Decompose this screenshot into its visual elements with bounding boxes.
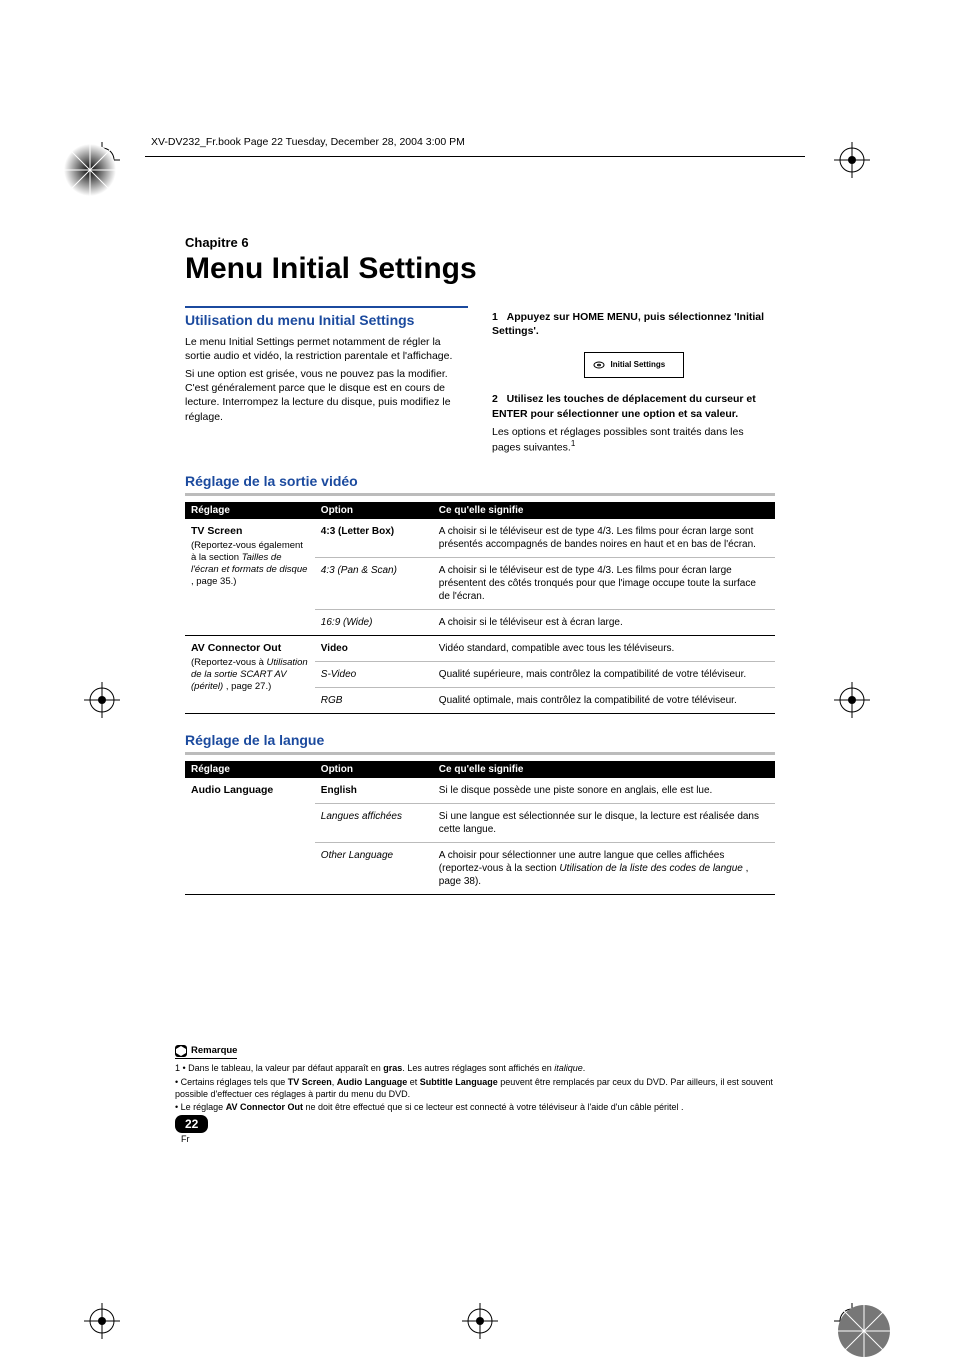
page-title: Menu Initial Settings	[185, 252, 775, 286]
right-column: 1 Appuyez sur HOME MENU, puis sélectionn…	[492, 306, 775, 455]
col-header-signifie: Ce qu'elle signifie	[433, 502, 775, 519]
section-heading-video: Réglage de la sortie vidéo	[185, 473, 775, 491]
footnote-header: Remarque	[175, 1045, 237, 1059]
group-audio-language: Audio Language	[191, 784, 309, 798]
option-rgb: RGB	[321, 695, 343, 706]
print-mark-mid-right	[832, 680, 872, 720]
option-43-letterbox: 4:3 (Letter Box)	[321, 526, 394, 537]
step-2-note-text: Les options et réglages possibles sont t…	[492, 426, 744, 454]
footnote-line-3: • Le réglage AV Connector Out ne doit êt…	[175, 1102, 775, 1114]
print-mark-bottom-center	[460, 1301, 500, 1341]
table-header-row: Réglage Option Ce qu'elle signifie	[185, 761, 775, 778]
print-mark-mid-left	[82, 680, 122, 720]
col-header-option: Option	[315, 502, 433, 519]
option-desc: Si une langue est sélectionnée sur le di…	[433, 803, 775, 842]
step-1-text: Appuyez sur HOME MENU, puis sélectionnez…	[492, 311, 764, 337]
option-other-language: Other Language	[321, 850, 393, 861]
footnote-ref-1: 1	[571, 439, 575, 448]
section-rule	[185, 752, 775, 755]
option-desc: A choisir si le téléviseur est à écran l…	[433, 609, 775, 635]
group-tv-screen: TV Screen	[191, 525, 309, 539]
step-1: 1 Appuyez sur HOME MENU, puis sélectionn…	[492, 310, 775, 338]
option-desc: Qualité supérieure, mais contrôlez la co…	[433, 661, 775, 687]
group-av-connector: AV Connector Out	[191, 642, 309, 656]
initial-settings-menu-icon: Initial Settings	[584, 352, 684, 378]
footnote-line-2: • Certains réglages tels que TV Screen, …	[175, 1077, 775, 1100]
chapter-label: Chapitre 6	[185, 235, 775, 250]
option-langues-affichees: Langues affichées	[321, 811, 402, 822]
option-desc: A choisir si le téléviseur est de type 4…	[433, 557, 775, 609]
note-icon	[175, 1045, 187, 1057]
step-2: 2 Utilisez les touches de déplacement du…	[492, 392, 775, 420]
step-2-note: Les options et réglages possibles sont t…	[492, 425, 775, 455]
group-tv-screen-sub: (Reportez-vous également à la section Ta…	[191, 540, 309, 588]
print-radial-top-left	[60, 140, 120, 200]
option-desc: Qualité optimale, mais contrôlez la comp…	[433, 687, 775, 713]
option-desc: A choisir si le téléviseur est de type 4…	[433, 519, 775, 558]
footnote-label: Remarque	[191, 1045, 237, 1057]
section-rule	[185, 493, 775, 496]
step-1-number: 1	[492, 311, 498, 323]
table-row: AV Connector Out (Reportez-vous à Utilis…	[185, 635, 775, 661]
col-header-reglage: Réglage	[185, 502, 315, 519]
section-heading-initial-settings: Utilisation du menu Initial Settings	[185, 306, 468, 329]
left-column: Utilisation du menu Initial Settings Le …	[185, 306, 468, 455]
disc-icon	[593, 359, 605, 371]
table-header-row: Réglage Option Ce qu'elle signifie	[185, 502, 775, 519]
table-row: TV Screen (Reportez-vous également à la …	[185, 519, 775, 558]
option-169-wide: 16:9 (Wide)	[321, 617, 373, 628]
initial-settings-label: Initial Settings	[611, 360, 666, 371]
option-43-panscan: 4:3 (Pan & Scan)	[321, 565, 397, 576]
footnote-line-1: 1 • Dans le tableau, la valeur par défau…	[175, 1063, 775, 1075]
print-mark-top-right	[832, 140, 872, 180]
step-2-number: 2	[492, 393, 498, 405]
col-header-option: Option	[315, 761, 433, 778]
group-av-connector-sub: (Reportez-vous à Utilisation de la sorti…	[191, 657, 309, 693]
print-mark-bottom-left	[82, 1301, 122, 1341]
step-2-text: Utilisez les touches de déplacement du c…	[492, 393, 756, 419]
page-meta-text: XV-DV232_Fr.book Page 22 Tuesday, Decemb…	[145, 136, 805, 148]
intro-paragraph-1: Le menu Initial Settings permet notammen…	[185, 335, 468, 363]
video-settings-table: Réglage Option Ce qu'elle signifie TV Sc…	[185, 502, 775, 714]
option-desc: A choisir pour sélectionner une autre la…	[433, 842, 775, 894]
page-number-badge: 22 Fr	[175, 1115, 208, 1144]
table-row: Audio Language English Si le disque poss…	[185, 778, 775, 804]
intro-paragraph-2: Si une option est grisée, vous ne pouvez…	[185, 367, 468, 424]
option-desc: Vidéo standard, compatible avec tous les…	[433, 635, 775, 661]
option-english: English	[321, 785, 357, 796]
page-meta-header: XV-DV232_Fr.book Page 22 Tuesday, Decemb…	[145, 155, 805, 157]
page-number: 22	[175, 1115, 208, 1133]
option-desc: Si le disque possède une piste sonore en…	[433, 778, 775, 804]
option-video: Video	[321, 643, 348, 654]
footnote-block: Remarque 1 • Dans le tableau, la valeur …	[175, 1045, 775, 1114]
col-header-reglage: Réglage	[185, 761, 315, 778]
page-language: Fr	[181, 1134, 208, 1144]
col-header-signifie: Ce qu'elle signifie	[433, 761, 775, 778]
print-radial-bottom-right	[834, 1301, 894, 1361]
language-settings-table: Réglage Option Ce qu'elle signifie Audio…	[185, 761, 775, 895]
section-heading-language: Réglage de la langue	[185, 732, 775, 750]
option-svideo: S-Video	[321, 669, 356, 680]
